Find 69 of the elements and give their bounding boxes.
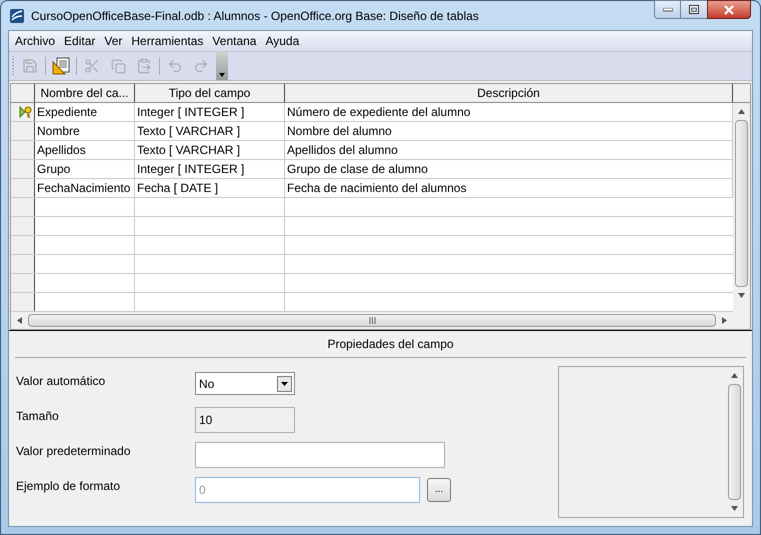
toolbar-overflow-button[interactable] <box>216 52 228 80</box>
table-cell: Fecha [ DATE ] <box>135 178 285 197</box>
right-arrow-icon[interactable] <box>722 316 727 324</box>
app-icon <box>9 8 25 24</box>
up-arrow-icon[interactable] <box>731 373 738 378</box>
row-header[interactable] <box>11 274 35 292</box>
menu-item[interactable]: Ayuda <box>261 31 304 51</box>
copy-icon <box>110 58 126 74</box>
row-header[interactable] <box>11 236 35 254</box>
row-header[interactable] <box>11 178 35 197</box>
menu-item[interactable]: Archivo <box>11 31 60 51</box>
field-label: Tamaño <box>15 408 60 425</box>
table-cell: Integer [ INTEGER ] <box>135 102 285 121</box>
table-cell: Grupo <box>35 160 135 178</box>
format-button[interactable]: ... <box>427 478 451 502</box>
row-header[interactable] <box>11 122 35 140</box>
column-header[interactable]: Tipo del campo <box>135 84 285 102</box>
row-header[interactable] <box>11 160 35 178</box>
horizontal-scrollbar[interactable] <box>11 312 750 329</box>
down-arrow-icon[interactable] <box>738 292 745 298</box>
table-cell: FechaNacimiento <box>35 178 135 197</box>
maximize-icon <box>689 5 699 14</box>
field-label: Ejemplo de formato <box>15 478 122 495</box>
key-icon <box>19 106 33 118</box>
undo-icon <box>167 58 183 74</box>
save-icon <box>22 58 38 74</box>
dropdown-button[interactable] <box>277 376 292 392</box>
menu-item[interactable]: Ventana <box>208 31 260 51</box>
table-cell: Integer [ INTEGER ] <box>135 160 285 178</box>
field-label: Valor predeterminado <box>15 443 132 460</box>
maximize-button[interactable] <box>681 0 707 19</box>
caret-icon <box>281 382 288 386</box>
left-arrow-icon[interactable] <box>17 316 22 324</box>
table-cell: Apellidos <box>35 140 135 159</box>
paste-icon <box>136 58 152 74</box>
design-icon <box>52 57 70 75</box>
row-header[interactable] <box>11 216 35 235</box>
menu-item[interactable]: Herramientas <box>127 31 208 51</box>
caret-icon <box>219 73 225 77</box>
menu-item[interactable]: Editar <box>60 31 100 51</box>
table-cell: Texto [ VARCHAR ] <box>135 122 285 140</box>
row-header[interactable] <box>11 198 35 216</box>
grip-icon <box>368 316 376 324</box>
minimize-icon <box>662 8 672 12</box>
row-header[interactable] <box>11 254 35 273</box>
field-label: Valor automático <box>15 373 106 390</box>
table-cell: Texto [ VARCHAR ] <box>135 140 285 159</box>
row-header[interactable] <box>11 102 35 121</box>
row-header[interactable] <box>11 292 35 311</box>
table-cell: Expediente <box>35 102 135 121</box>
column-header[interactable]: Nombre del ca... <box>35 84 135 102</box>
toolbar-grip-icon <box>11 55 15 77</box>
scissors-icon <box>84 58 100 74</box>
format-field[interactable]: 0 <box>195 477 420 503</box>
redo-icon <box>193 58 209 74</box>
up-arrow-icon[interactable] <box>738 108 745 114</box>
close-button[interactable] <box>707 0 751 19</box>
field-value: 10 <box>199 412 212 429</box>
dropdown-value: No <box>199 376 214 392</box>
close-icon <box>723 4 735 14</box>
window-title: CursoOpenOfficeBase-Final.odb : Alumnos - OpenOffice.org Base: Diseño de tablas <box>31 8 480 24</box>
down-arrow-icon[interactable] <box>731 506 738 511</box>
row-header[interactable] <box>11 140 35 159</box>
text-field[interactable] <box>195 442 445 468</box>
table-cell: Nombre <box>35 122 135 140</box>
minimize-button[interactable] <box>654 0 681 19</box>
section-title: Propiedades del campo <box>327 336 454 353</box>
dropdown-field[interactable]: No <box>195 372 295 395</box>
menu-item[interactable]: Ver <box>100 31 126 51</box>
